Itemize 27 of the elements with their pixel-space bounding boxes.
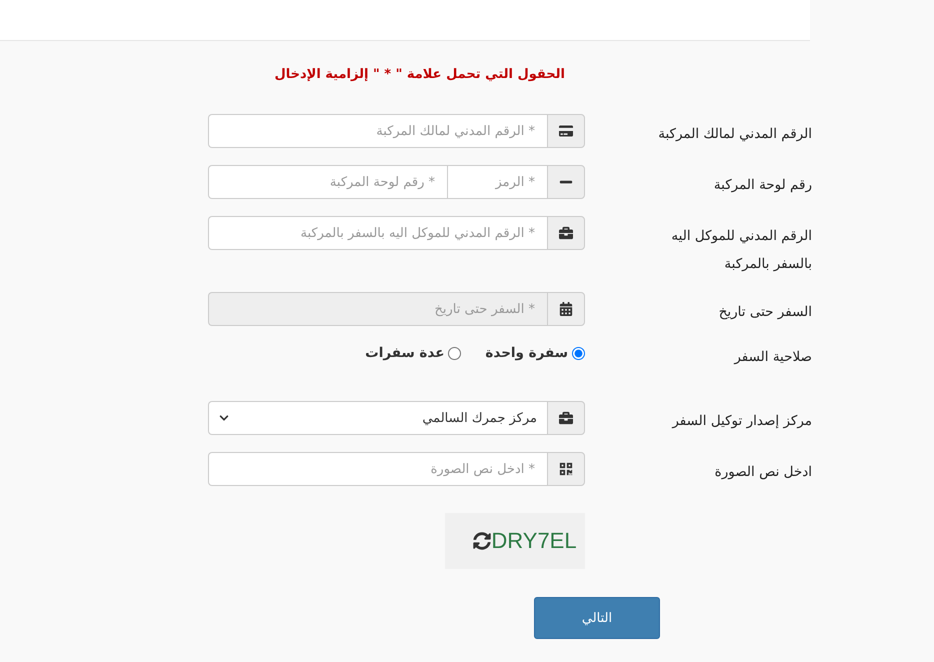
field-label: مركز إصدار توكيل السفر (670, 412, 812, 431)
input-field[interactable]: * الرقم المدني لمالك المركبة (208, 114, 547, 148)
captcha-text: DRY7EL (491, 528, 577, 554)
field-label: ادخل نص الصورة (714, 463, 812, 482)
required-fields-notice: الحقول التي تحمل علامة " * " إلزامية الإدخال (273, 67, 566, 82)
refresh-icon[interactable] (473, 532, 492, 550)
field-label: رقم لوحة المركبة (712, 176, 812, 195)
input-field[interactable]: * ادخل نص الصورة (208, 452, 547, 486)
field-label: صلاحية السفر (732, 348, 812, 367)
briefcase-icon (559, 226, 573, 240)
field-label: الرقم المدني لمالك المركبة (657, 125, 812, 144)
radio-label[interactable]: عدة سفرات (365, 345, 444, 361)
radio-button[interactable] (572, 346, 585, 360)
radio-button[interactable] (448, 346, 462, 360)
card-icon (559, 124, 573, 138)
radio-label[interactable]: سفرة واحدة (485, 345, 568, 361)
field-label: الرقم المدني للموكل اليه بالسفر بالمركبة (670, 227, 812, 274)
next-button[interactable]: التالي (534, 597, 660, 639)
field-label: السفر حتى تاريخ (718, 303, 812, 322)
qr-code-icon (559, 462, 573, 476)
chevron-down-icon (219, 413, 229, 423)
plate-number-field[interactable]: * رقم لوحة المركبة (208, 165, 447, 199)
select-field[interactable]: مركز جمرك السالمي (208, 401, 547, 435)
input-field[interactable]: * الرقم المدني للموكل اليه بالسفر بالمركبة (208, 216, 547, 250)
calendar-icon (559, 302, 573, 316)
plate-code-field[interactable]: * الرمز (447, 165, 547, 199)
briefcase-icon (559, 411, 573, 425)
